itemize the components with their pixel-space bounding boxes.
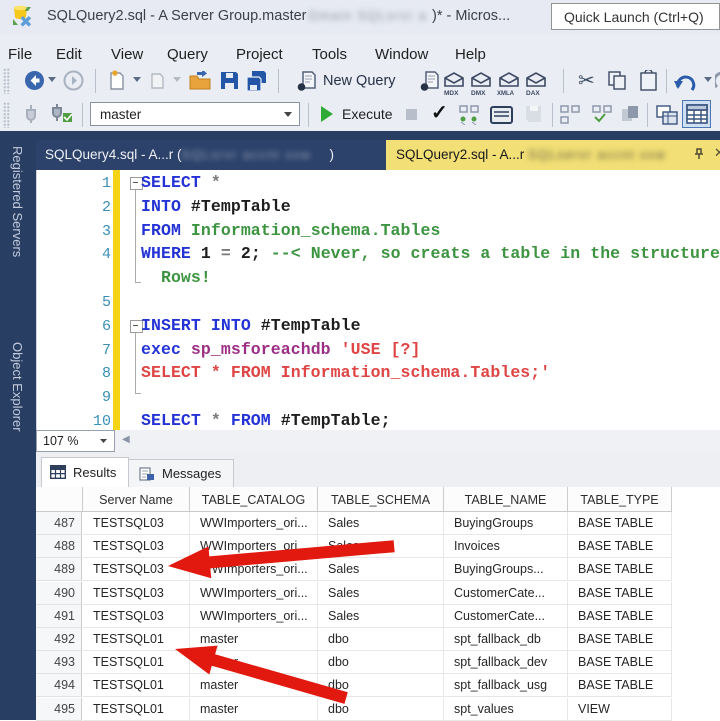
svg-text:DAX: DAX xyxy=(526,90,540,97)
svg-text:MDX: MDX xyxy=(444,90,459,97)
svg-text:XMLA: XMLA xyxy=(497,91,515,97)
svg-text:DMX: DMX xyxy=(471,90,486,97)
